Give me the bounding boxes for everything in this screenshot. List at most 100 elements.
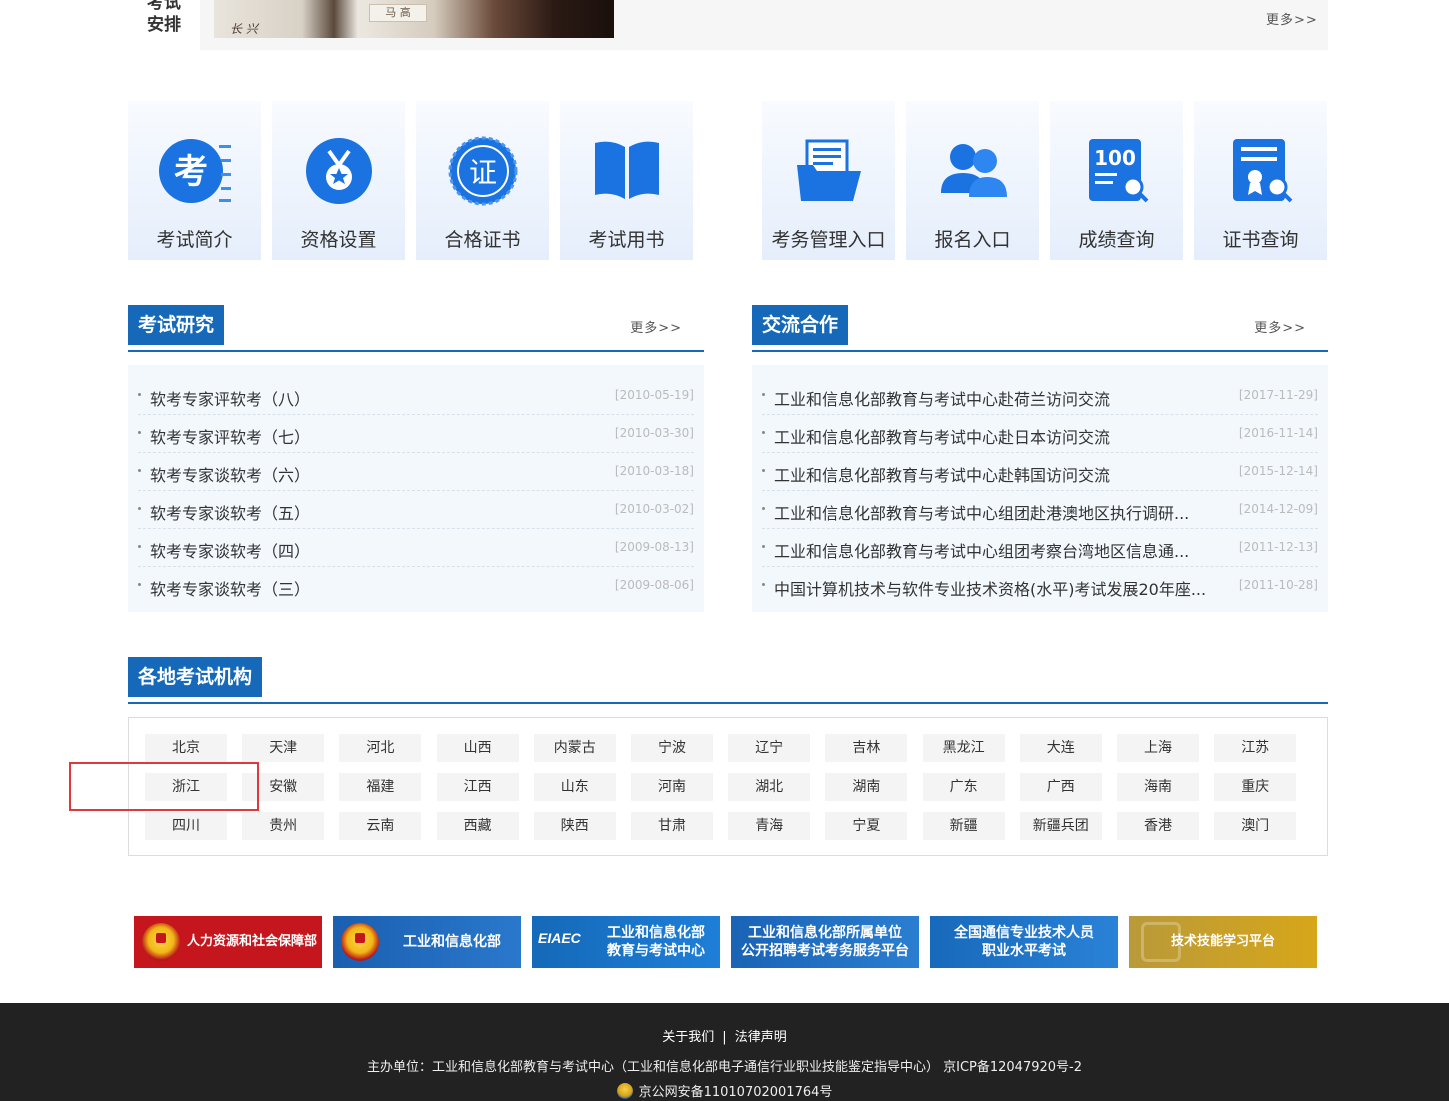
region-link[interactable]: 贵州 (242, 812, 325, 840)
banner-ceiaec[interactable]: EIAEC 工业和信息化部 教育与考试中心 (532, 916, 720, 968)
legal-notice-link[interactable]: 法律声明 (735, 1030, 787, 1045)
news-title[interactable]: 工业和信息化部教育与考试中心组团赴港澳地区执行调研... (774, 500, 1189, 524)
list-item[interactable]: 工业和信息化部教育与考试中心组团赴港澳地区执行调研... [2014-12-09] (762, 491, 1318, 529)
bullet (762, 469, 765, 472)
region-link[interactable]: 重庆 (1214, 773, 1297, 801)
tile-exam-admin-entry[interactable]: 考务管理入口 (762, 101, 895, 260)
region-link[interactable]: 西藏 (436, 812, 519, 840)
banner-skills-learning[interactable]: 技术技能学习平台 (1129, 916, 1317, 968)
news-title[interactable]: 软考专家谈软考（三） (150, 576, 310, 600)
news-title[interactable]: 工业和信息化部教育与考试中心组团考察台湾地区信息通... (774, 538, 1189, 562)
banner-miit[interactable]: 工业和信息化部 (333, 916, 521, 968)
region-link[interactable]: 上海 (1117, 734, 1199, 762)
region-link[interactable]: 福建 (339, 773, 422, 801)
list-item[interactable]: 软考专家评软考（七） [2010-03-30] (138, 415, 694, 453)
banner-text-line1: 工业和信息化部 (607, 925, 705, 941)
exam-schedule-label: 考试 安排 (147, 0, 181, 35)
region-link[interactable]: 陕西 (533, 812, 616, 840)
banner-telecom-exam[interactable]: 全国通信专业技术人员 职业水平考试 (930, 916, 1118, 968)
list-item[interactable]: 工业和信息化部教育与考试中心组团考察台湾地区信息通... [2011-12-13] (762, 529, 1318, 567)
region-link[interactable]: 辽宁 (728, 734, 811, 762)
region-link[interactable]: 澳门 (1214, 812, 1297, 840)
list-item[interactable]: 工业和信息化部教育与考试中心赴韩国访问交流 [2015-12-14] (762, 453, 1318, 491)
tile-certificate[interactable]: 证 合格证书 (416, 101, 549, 260)
region-link[interactable]: 宁波 (631, 734, 713, 762)
exam-schedule-photo[interactable]: 长 兴 马 高 (214, 0, 614, 38)
research-section-title: 考试研究 (128, 305, 225, 345)
region-link[interactable]: 云南 (339, 812, 422, 840)
news-date: [2009-08-06] (614, 578, 694, 592)
region-link[interactable]: 新疆 (922, 812, 1005, 840)
region-link[interactable]: 内蒙古 (533, 734, 616, 762)
banner-mohrss[interactable]: 人力资源和社会保障部 (134, 916, 322, 968)
list-item[interactable]: 工业和信息化部教育与考试中心赴荷兰访问交流 [2017-11-29] (762, 377, 1318, 415)
region-link[interactable]: 北京 (145, 734, 227, 762)
svg-text:考: 考 (174, 152, 208, 192)
region-link[interactable]: 江西 (436, 773, 519, 801)
banner-text-line2: 职业水平考试 (982, 943, 1066, 959)
police-record-text[interactable]: 京公网安备11010702001764号 (639, 1085, 833, 1100)
news-title[interactable]: 中国计算机技术与软件专业技术资格(水平)考试发展20年座... (774, 576, 1206, 600)
cooperation-more-link[interactable]: 更多>> (1254, 317, 1306, 336)
tile-label: 证书查询 (1222, 229, 1299, 251)
banner-text-line1: 工业和信息化部所属单位 (748, 925, 902, 941)
region-link[interactable]: 黑龙江 (922, 734, 1005, 762)
banner-recruitment-platform[interactable]: 工业和信息化部所属单位 公开招聘考试考务服务平台 (731, 916, 919, 968)
tile-exam-books[interactable]: 考试用书 (560, 101, 693, 260)
tile-exam-intro[interactable]: 考 考试简介 (128, 101, 261, 260)
banner-text-line2: 教育与考试中心 (607, 943, 705, 959)
region-link[interactable]: 新疆兵团 (1019, 812, 1102, 840)
tile-certificate-query[interactable]: 证书查询 (1194, 101, 1327, 260)
region-link[interactable]: 湖南 (825, 773, 908, 801)
about-us-link[interactable]: 关于我们 (662, 1030, 714, 1045)
region-link[interactable]: 河南 (631, 773, 713, 801)
news-title[interactable]: 工业和信息化部教育与考试中心赴韩国访问交流 (774, 462, 1110, 486)
region-link[interactable]: 大连 (1019, 734, 1102, 762)
region-link[interactable]: 吉林 (825, 734, 908, 762)
exam-schedule-more-link[interactable]: 更多>> (1266, 9, 1318, 28)
news-title[interactable]: 软考专家谈软考（四） (150, 538, 310, 562)
list-item[interactable]: 软考专家谈软考（六） [2010-03-18] (138, 453, 694, 491)
research-section-header: 考试研究 更多>> (128, 305, 704, 352)
list-item[interactable]: 软考专家谈软考（四） [2009-08-13] (138, 529, 694, 567)
news-title[interactable]: 软考专家谈软考（五） (150, 500, 310, 524)
region-link[interactable]: 四川 (145, 812, 227, 840)
news-date: [2010-03-02] (614, 502, 694, 516)
tile-registration-entry[interactable]: 报名入口 (906, 101, 1039, 260)
bullet (762, 507, 765, 510)
tile-qualification[interactable]: 资格设置 (272, 101, 405, 260)
region-link[interactable]: 河北 (339, 734, 422, 762)
list-item[interactable]: 软考专家评软考（八） [2010-05-19] (138, 377, 694, 415)
region-link[interactable]: 山西 (436, 734, 519, 762)
region-link[interactable]: 广西 (1019, 773, 1102, 801)
news-title[interactable]: 工业和信息化部教育与考试中心赴日本访问交流 (774, 424, 1110, 448)
region-link[interactable]: 江苏 (1214, 734, 1297, 762)
news-title[interactable]: 工业和信息化部教育与考试中心赴荷兰访问交流 (774, 386, 1110, 410)
region-link[interactable]: 甘肃 (631, 812, 713, 840)
bullet (762, 583, 765, 586)
news-title[interactable]: 软考专家谈软考（六） (150, 462, 310, 486)
certificate-icon: 证 (448, 136, 517, 206)
region-link[interactable]: 青海 (728, 812, 811, 840)
list-item[interactable]: 中国计算机技术与软件专业技术资格(水平)考试发展20年座... [2011-10-… (762, 567, 1318, 605)
news-title[interactable]: 软考专家评软考（七） (150, 424, 310, 448)
news-title[interactable]: 软考专家评软考（八） (150, 386, 310, 410)
list-item[interactable]: 软考专家谈软考（五） [2010-03-02] (138, 491, 694, 529)
tile-score-query[interactable]: 100 成绩查询 (1050, 101, 1183, 260)
region-link[interactable]: 宁夏 (825, 812, 908, 840)
region-link[interactable]: 海南 (1117, 773, 1199, 801)
region-link[interactable]: 湖北 (728, 773, 811, 801)
region-link[interactable]: 天津 (242, 734, 325, 762)
region-link[interactable]: 安徽 (242, 773, 325, 801)
news-date: [2011-12-13] (1238, 540, 1318, 554)
region-link[interactable]: 浙江 (145, 773, 227, 801)
bullet (138, 507, 141, 510)
list-item[interactable]: 工业和信息化部教育与考试中心赴日本访问交流 [2016-11-14] (762, 415, 1318, 453)
region-link[interactable]: 香港 (1117, 812, 1199, 840)
list-item[interactable]: 软考专家谈软考（三） [2009-08-06] (138, 567, 694, 605)
region-link[interactable]: 山东 (533, 773, 616, 801)
folder-icon (796, 139, 861, 201)
banner-text-line1: 全国通信专业技术人员 (954, 925, 1094, 941)
region-link[interactable]: 广东 (922, 773, 1005, 801)
research-more-link[interactable]: 更多>> (630, 317, 682, 336)
